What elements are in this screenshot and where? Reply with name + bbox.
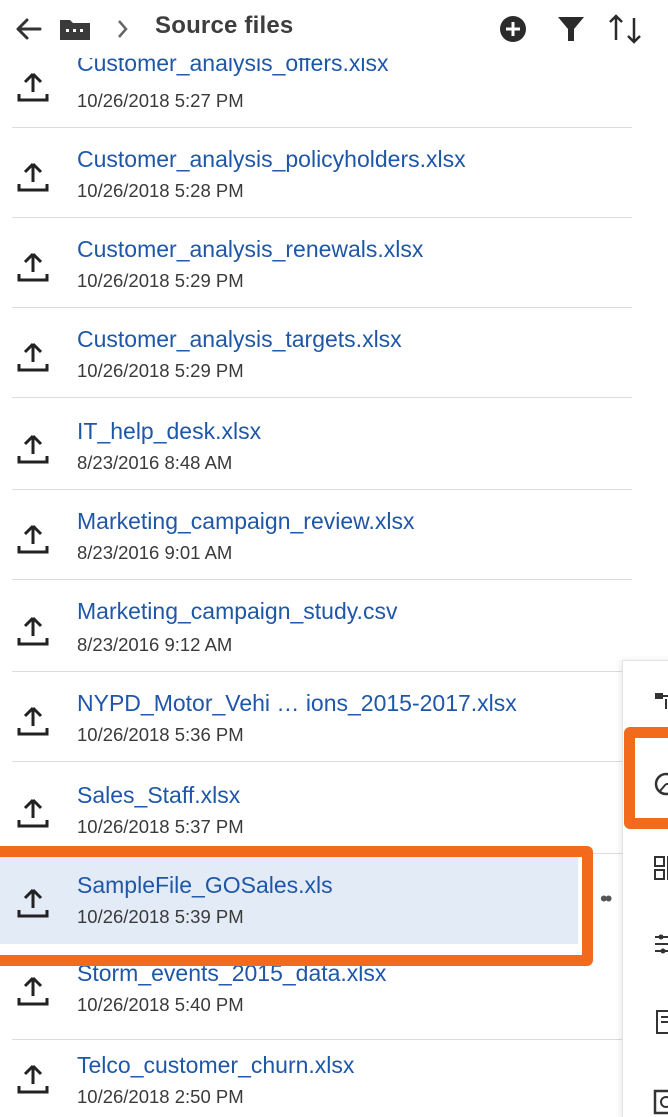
highlight-selected-file: [0, 846, 593, 966]
file-date: 10/26/2018 5:29 PM: [77, 270, 244, 291]
list-item[interactable]: Telco_customer_churn.xlsx 10/26/2018 2:5…: [0, 1040, 632, 1117]
list-item[interactable]: Marketing_campaign_study.csv 8/23/2016 9…: [0, 582, 632, 672]
more-actions-icon[interactable]: ••: [600, 886, 613, 912]
file-date: 10/26/2018 5:40 PM: [77, 994, 244, 1015]
list-item[interactable]: IT_help_desk.xlsx 8/23/2016 8:48 AM: [0, 400, 632, 490]
upload-icon: [17, 162, 49, 192]
list-item[interactable]: NYPD_Motor_Vehi … ions_2015-2017.xlsx 10…: [0, 672, 632, 762]
upload-icon: [17, 72, 49, 102]
upload-icon: [17, 798, 49, 828]
file-date: 10/26/2018 5:27 PM: [77, 90, 244, 111]
file-name[interactable]: Marketing_campaign_review.xlsx: [77, 508, 415, 535]
upload-icon: [17, 976, 49, 1006]
divider: [12, 579, 632, 580]
settings-sliders-icon[interactable]: [651, 929, 668, 959]
upload-icon: [17, 342, 49, 372]
dashboard-icon[interactable]: [651, 853, 668, 883]
upload-icon: [17, 706, 49, 736]
file-browser-screen: Customer_analysis_offers.xlsx 10/26/2018…: [0, 0, 668, 1117]
filter-icon[interactable]: [554, 12, 588, 46]
add-circle-icon[interactable]: [496, 12, 530, 46]
upload-icon: [17, 252, 49, 282]
list-item[interactable]: Marketing_campaign_review.xlsx 8/23/2016…: [0, 490, 632, 580]
file-name[interactable]: Sales_Staff.xlsx: [77, 782, 240, 809]
upload-icon: [17, 524, 49, 554]
file-date: 10/26/2018 5:29 PM: [77, 360, 244, 381]
list-item[interactable]: Customer_analysis_targets.xlsx 10/26/201…: [0, 308, 632, 398]
file-name[interactable]: Customer_analysis_policyholders.xlsx: [77, 146, 466, 173]
upload-icon: [17, 434, 49, 464]
page-title: Source files: [155, 12, 294, 39]
highlight-explore-action: [624, 727, 668, 829]
list-item[interactable]: Customer_analysis_renewals.xlsx 10/26/20…: [0, 218, 632, 308]
file-date: 8/23/2016 9:01 AM: [77, 542, 233, 563]
file-date: 8/23/2016 8:48 AM: [77, 452, 233, 473]
file-date: 10/26/2018 5:36 PM: [77, 724, 244, 745]
chevron-right-icon: [118, 20, 128, 38]
upload-icon: [17, 1064, 49, 1094]
list-item[interactable]: Sales_Staff.xlsx 10/26/2018 5:37 PM: [0, 764, 632, 854]
flow-icon[interactable]: [651, 687, 668, 717]
file-name[interactable]: Marketing_campaign_study.csv: [77, 598, 397, 625]
list-item[interactable]: Customer_analysis_policyholders.xlsx 10/…: [0, 128, 632, 218]
file-date: 8/23/2016 9:12 AM: [77, 634, 233, 655]
upload-icon: [17, 616, 49, 646]
file-name[interactable]: NYPD_Motor_Vehi … ions_2015-2017.xlsx: [77, 690, 517, 717]
story-icon[interactable]: [651, 1087, 668, 1117]
file-date: 10/26/2018 2:50 PM: [77, 1086, 244, 1107]
folder-icon[interactable]: [58, 14, 92, 44]
file-date: 10/26/2018 5:37 PM: [77, 816, 244, 837]
arrow-left-icon[interactable]: [12, 12, 46, 46]
file-date: 10/26/2018 5:28 PM: [77, 180, 244, 201]
file-name[interactable]: Customer_analysis_targets.xlsx: [77, 326, 402, 353]
file-name[interactable]: Customer_analysis_renewals.xlsx: [77, 236, 423, 263]
sort-icon[interactable]: [606, 10, 652, 48]
file-name[interactable]: IT_help_desk.xlsx: [77, 418, 261, 445]
report-icon[interactable]: [651, 1007, 668, 1037]
file-name[interactable]: Telco_customer_churn.xlsx: [77, 1052, 354, 1079]
divider: [12, 397, 632, 398]
divider: [12, 761, 632, 762]
toolbar-header: Source files: [0, 0, 668, 58]
